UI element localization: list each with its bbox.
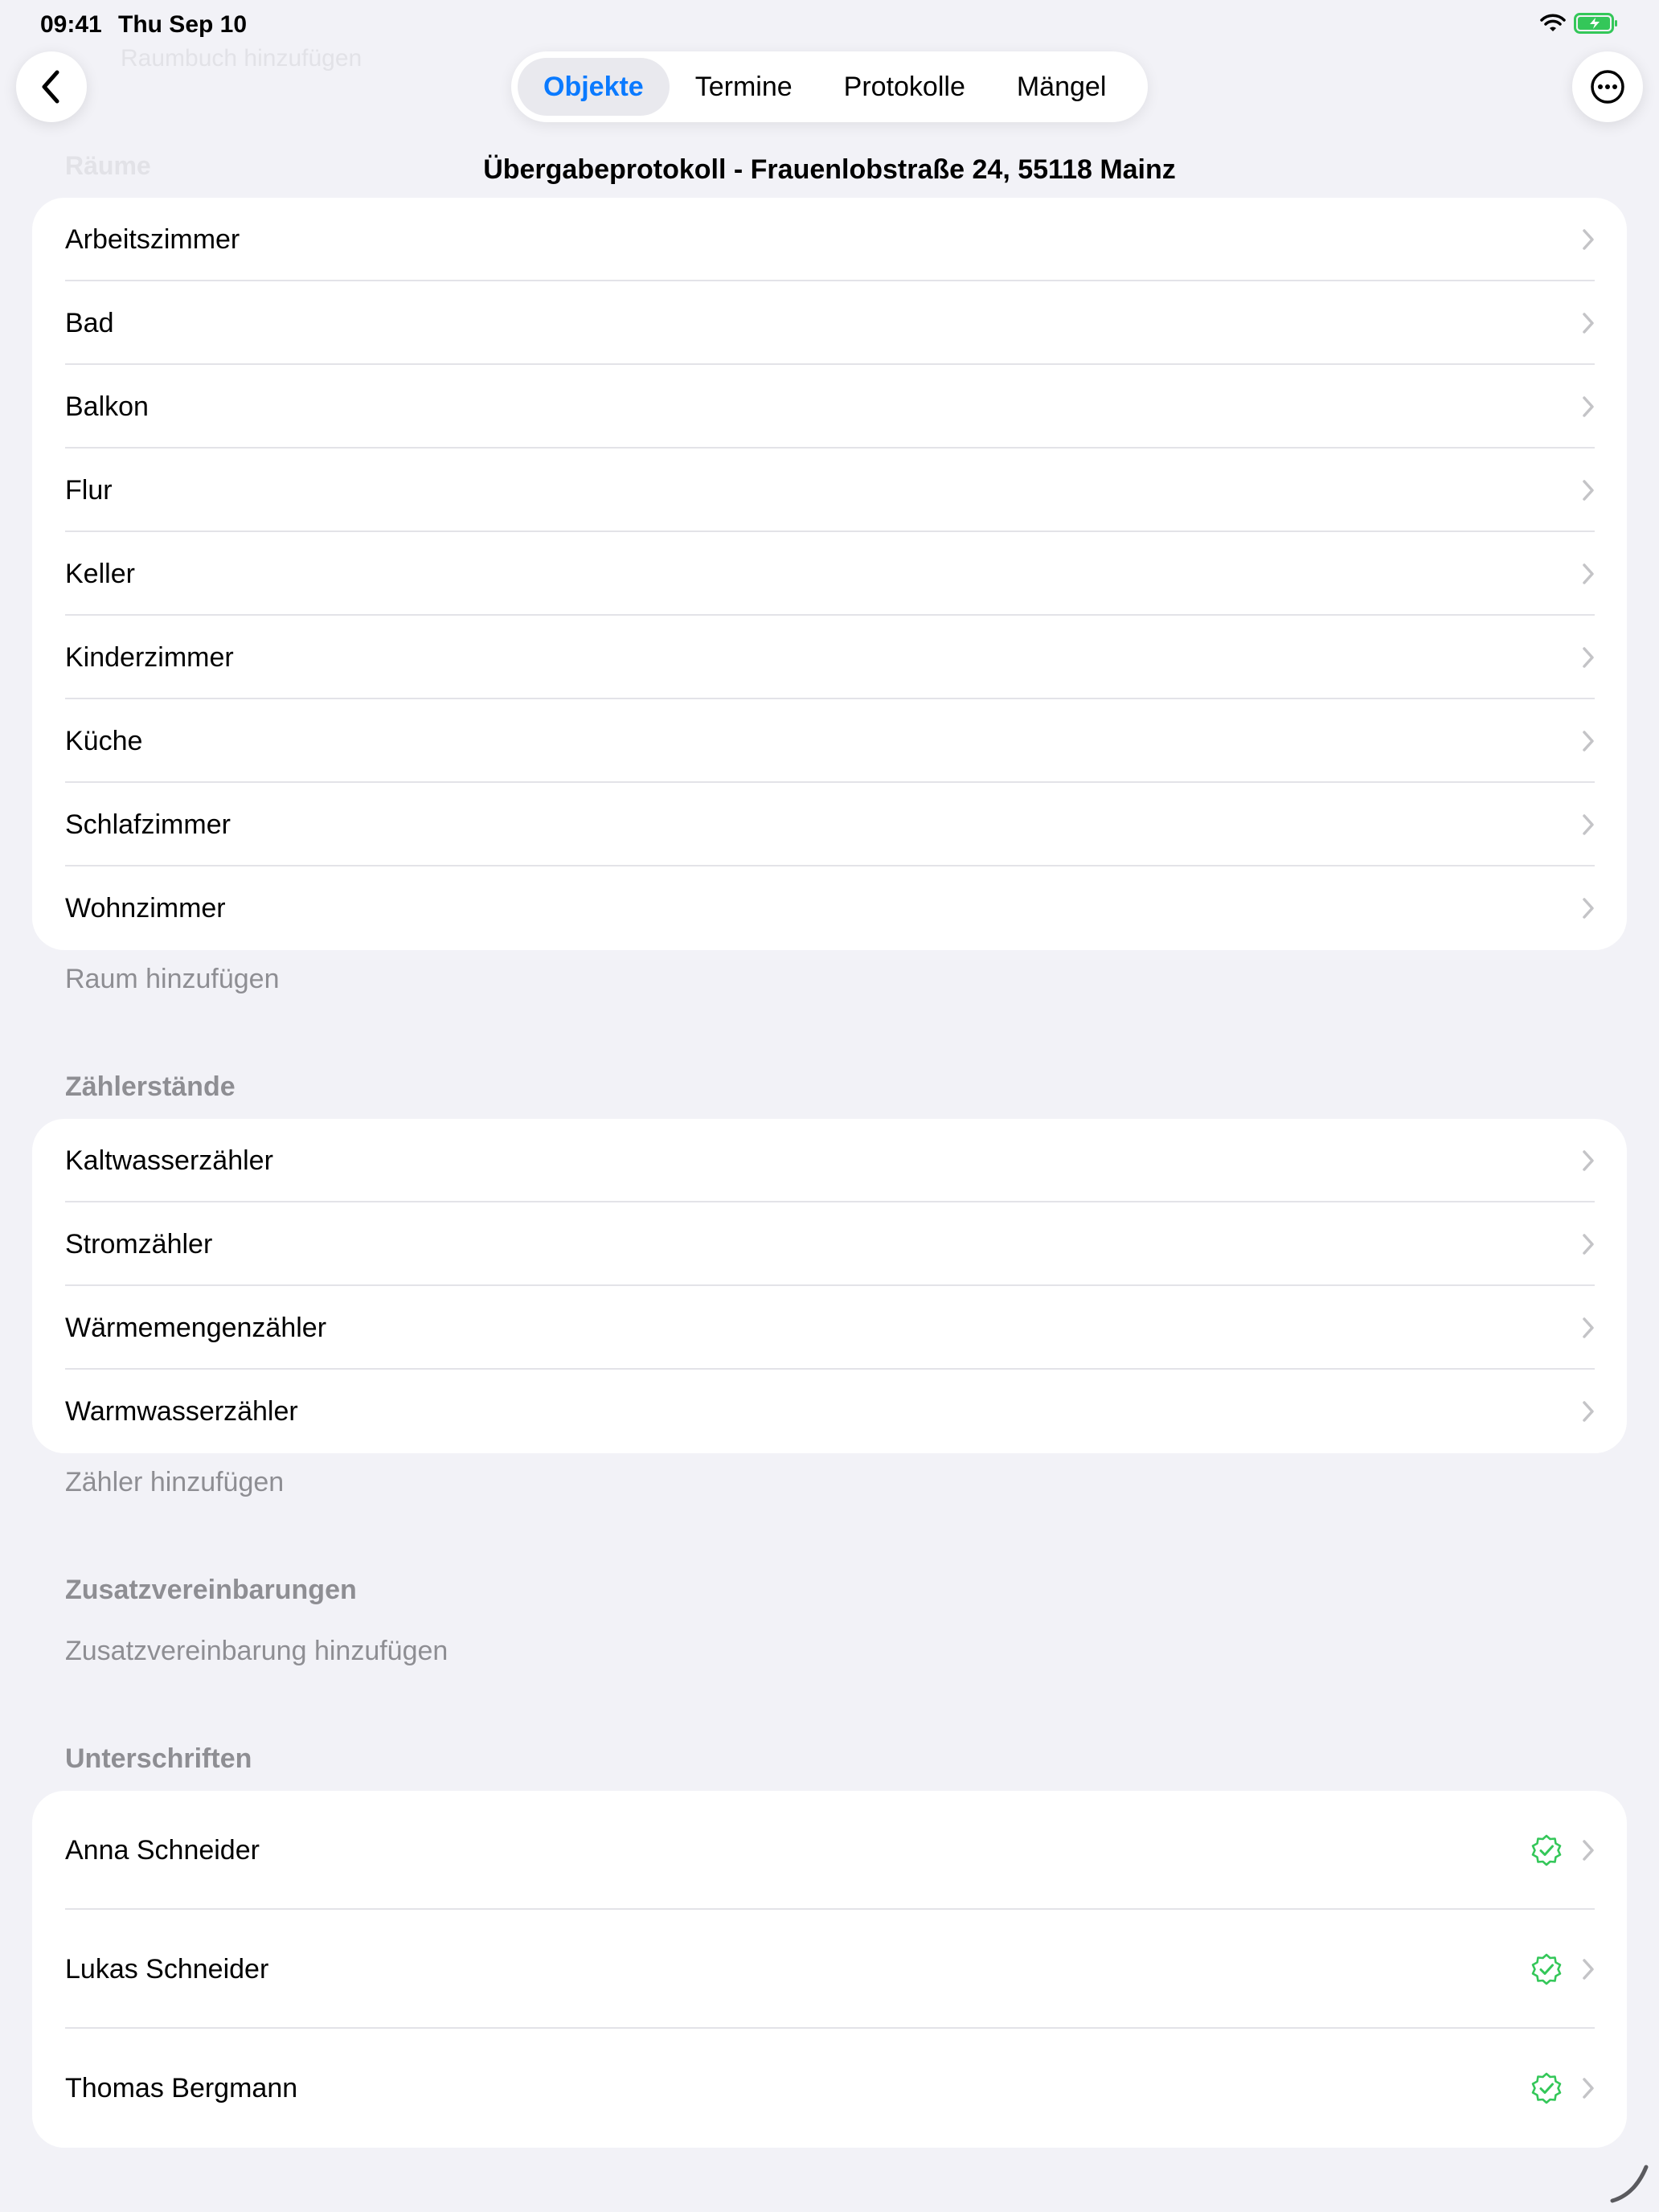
- more-icon: [1591, 70, 1624, 104]
- meters-section-header: Zählerstände: [65, 1071, 236, 1102]
- status-icons: [1540, 13, 1619, 34]
- list-item-label: Arbeitszimmer: [65, 223, 240, 255]
- list-item-label: Balkon: [65, 391, 149, 422]
- tab-bar: Objekte Termine Protokolle Mängel: [511, 51, 1148, 122]
- list-item-label: Wärmemengenzähler: [65, 1312, 327, 1343]
- list-item[interactable]: Balkon: [32, 365, 1627, 449]
- list-item[interactable]: Keller: [32, 532, 1627, 616]
- tab-maengel[interactable]: Mängel: [991, 58, 1133, 116]
- chevron-right-icon: [1583, 1234, 1594, 1255]
- meters-list: Kaltwasserzähler Stromzähler Wärmemengen…: [32, 1119, 1627, 1453]
- chevron-right-icon: [1583, 1150, 1594, 1171]
- list-item[interactable]: Stromzähler: [32, 1202, 1627, 1286]
- signer-name: Lukas Schneider: [65, 1953, 269, 1985]
- list-item-label: Wohnzimmer: [65, 892, 226, 924]
- status-date: Thu Sep 10: [118, 11, 248, 38]
- tab-termine[interactable]: Termine: [670, 58, 818, 116]
- wifi-icon: [1540, 14, 1566, 31]
- verified-check-icon: [1531, 1834, 1562, 1866]
- chevron-right-icon: [1583, 396, 1594, 417]
- status-bar: 09:41 Thu Sep 10: [0, 0, 1659, 51]
- list-item-label: Keller: [65, 558, 135, 589]
- chevron-right-icon: [1583, 229, 1594, 250]
- list-item[interactable]: Wohnzimmer: [32, 866, 1627, 950]
- list-item-label: Stromzähler: [65, 1228, 213, 1260]
- chevron-right-icon: [1583, 814, 1594, 835]
- list-item-label: Flur: [65, 474, 113, 506]
- signatures-list: Anna Schneider Lukas Schneider Thomas Be…: [32, 1791, 1627, 2148]
- list-item-label: Warmwasserzähler: [65, 1395, 298, 1427]
- list-item[interactable]: Arbeitszimmer: [32, 198, 1627, 281]
- scroll-indicator-icon: [1610, 2165, 1649, 2203]
- list-item-label: Bad: [65, 307, 114, 338]
- status-time: 09:41: [40, 11, 102, 38]
- list-item[interactable]: Schlafzimmer: [32, 783, 1627, 866]
- chevron-right-icon: [1583, 898, 1594, 919]
- list-item-label: Kaltwasserzähler: [65, 1145, 273, 1176]
- tab-protokolle[interactable]: Protokolle: [818, 58, 991, 116]
- list-item[interactable]: Wärmemengenzähler: [32, 1286, 1627, 1370]
- list-item[interactable]: Kinderzimmer: [32, 616, 1627, 699]
- chevron-right-icon: [1583, 563, 1594, 584]
- list-item-label: Schlafzimmer: [65, 809, 231, 840]
- back-button[interactable]: [16, 51, 87, 122]
- chevron-right-icon: [1583, 1840, 1594, 1861]
- verified-check-icon: [1531, 1953, 1562, 1985]
- tab-objekte[interactable]: Objekte: [518, 58, 670, 116]
- signatures-section-header: Unterschriften: [65, 1743, 252, 1774]
- signature-row[interactable]: Lukas Schneider: [32, 1910, 1627, 2029]
- list-item[interactable]: Flur: [32, 449, 1627, 532]
- add-agreement-button[interactable]: Zusatzvereinbarung hinzufügen: [65, 1636, 448, 1667]
- list-item[interactable]: Küche: [32, 699, 1627, 783]
- chevron-right-icon: [1583, 1317, 1594, 1338]
- chevron-right-icon: [1583, 1401, 1594, 1422]
- list-item[interactable]: Kaltwasserzähler: [32, 1119, 1627, 1202]
- agreements-section-header: Zusatzvereinbarungen: [65, 1575, 357, 1605]
- chevron-right-icon: [1583, 1959, 1594, 1980]
- add-meter-button[interactable]: Zähler hinzufügen: [65, 1467, 284, 1498]
- signature-row[interactable]: Anna Schneider: [32, 1791, 1627, 1910]
- signature-row[interactable]: Thomas Bergmann: [32, 2029, 1627, 2148]
- chevron-right-icon: [1583, 647, 1594, 668]
- rooms-list: Arbeitszimmer Bad Balkon Flur Keller Kin…: [32, 198, 1627, 950]
- signer-name: Thomas Bergmann: [65, 2072, 298, 2103]
- signer-name: Anna Schneider: [65, 1834, 260, 1866]
- chevron-right-icon: [1583, 480, 1594, 501]
- verified-check-icon: [1531, 2072, 1562, 2104]
- chevron-right-icon: [1583, 731, 1594, 752]
- chevron-left-icon: [42, 70, 59, 104]
- chevron-right-icon: [1583, 313, 1594, 334]
- list-item-label: Kinderzimmer: [65, 641, 234, 673]
- page-title: Übergabeprotokoll - Frauenlobstraße 24, …: [483, 154, 1176, 185]
- list-item[interactable]: Bad: [32, 281, 1627, 365]
- ghost-top-text: Raumbuch hinzufügen: [121, 45, 363, 72]
- chevron-right-icon: [1583, 2078, 1594, 2099]
- more-button[interactable]: [1572, 51, 1643, 122]
- add-room-button[interactable]: Raum hinzufügen: [65, 964, 280, 995]
- list-item-label: Küche: [65, 725, 143, 756]
- list-item[interactable]: Warmwasserzähler: [32, 1370, 1627, 1453]
- battery-icon: [1574, 13, 1617, 34]
